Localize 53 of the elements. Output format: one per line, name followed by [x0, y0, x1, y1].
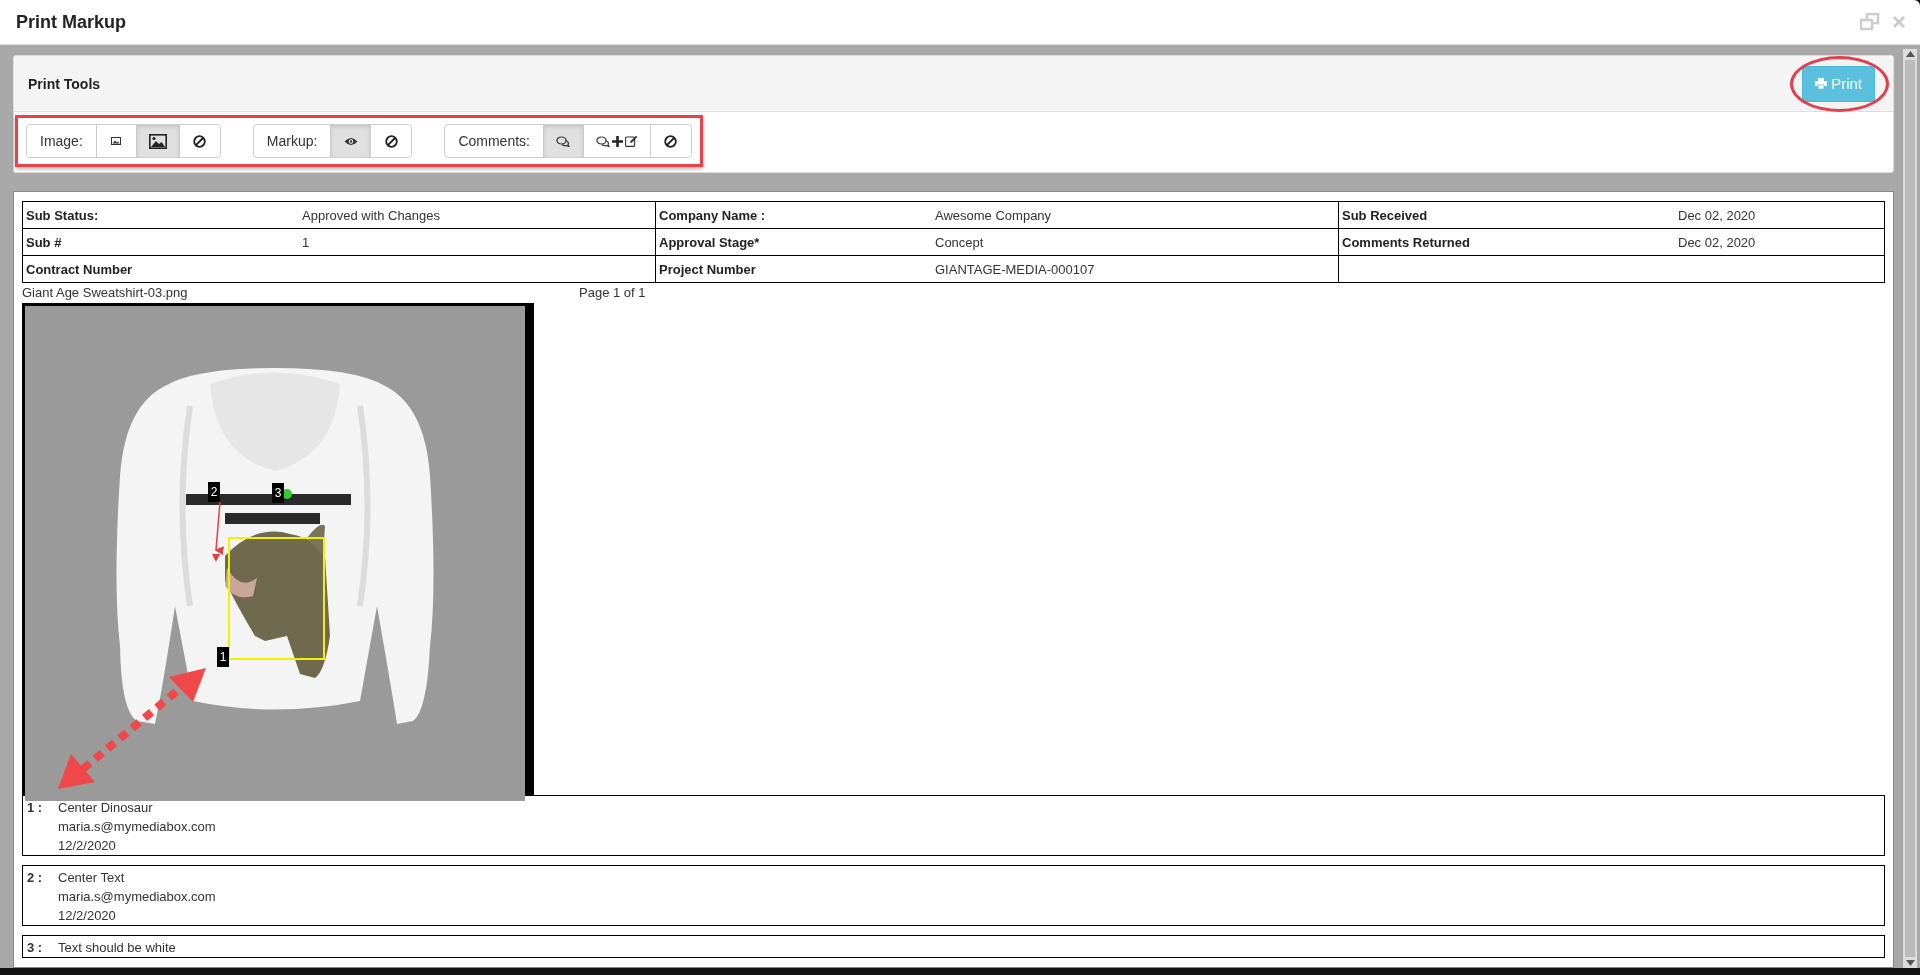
comments-icon — [595, 135, 610, 147]
comment-text: Center Dinosaur — [58, 800, 154, 815]
printer-icon — [1815, 78, 1828, 89]
plus-icon — [611, 135, 623, 147]
field-value: Dec 02, 2020 — [1678, 207, 1756, 223]
scroll-down-icon[interactable] — [1905, 960, 1915, 966]
picture-icon — [148, 133, 167, 149]
page-label: Page 1 of 1 — [579, 285, 646, 301]
comments-icon — [556, 135, 571, 147]
scroll-thumb[interactable] — [1905, 60, 1915, 957]
file-name: Giant Age Sweatshirt-03.png — [22, 285, 189, 301]
print-button[interactable]: Print — [1802, 65, 1875, 102]
markup-arrow — [212, 500, 224, 562]
marker-badge: 2 — [208, 481, 220, 502]
comment-number: 2 : — [27, 870, 44, 887]
eye-icon — [343, 136, 358, 146]
picture-icon — [111, 137, 122, 145]
field-label: Sub # — [26, 234, 62, 250]
ban-icon — [384, 134, 398, 148]
comment-date: 12/2/2020 — [58, 908, 117, 923]
field-label: Sub Status: — [26, 207, 99, 223]
field-label: Comments Returned — [1342, 234, 1470, 250]
comment-number: 3 : — [27, 940, 44, 955]
field-value: GIANTAGE-MEDIA-000107 — [935, 261, 1095, 277]
field-value: Concept — [935, 234, 984, 250]
toolbar-label: Comments: — [445, 125, 544, 157]
comment-number: 1 : — [27, 800, 44, 817]
comment-text: Center Text — [58, 870, 126, 885]
toolbar-button[interactable] — [136, 125, 180, 157]
field-value: Dec 02, 2020 — [1678, 234, 1756, 250]
scroll-up-icon[interactable] — [1905, 51, 1915, 57]
field-value: 1 — [302, 234, 310, 250]
ban-icon — [193, 134, 207, 148]
field-label: Company Name : — [659, 207, 766, 223]
toolbar-label: Image: — [27, 125, 97, 157]
field-value: Awesome Company — [935, 207, 1052, 223]
window-title: Print Markup — [16, 11, 126, 33]
comment-author: maria.s@mymediabox.com — [58, 819, 216, 834]
comment-author: maria.s@mymediabox.com — [58, 889, 216, 904]
field-label: Project Number — [659, 261, 756, 277]
comment-date: 12/2/2020 — [58, 838, 117, 853]
comment-text: Text should be white — [58, 940, 176, 955]
edit-icon — [624, 135, 638, 147]
field-label: Approval Stage* — [659, 234, 760, 250]
marker-badge: 1 — [217, 646, 229, 667]
ban-icon — [664, 134, 678, 148]
field-label: Sub Received — [1342, 207, 1428, 223]
field-value: Approved with Changes — [302, 207, 441, 223]
field-label: Contract Number — [26, 261, 133, 277]
marker-badge: 3 — [272, 482, 284, 503]
toolbar-button[interactable] — [331, 125, 372, 157]
panel-title: Print Tools — [28, 75, 101, 92]
scrollbar[interactable] — [1903, 49, 1917, 968]
